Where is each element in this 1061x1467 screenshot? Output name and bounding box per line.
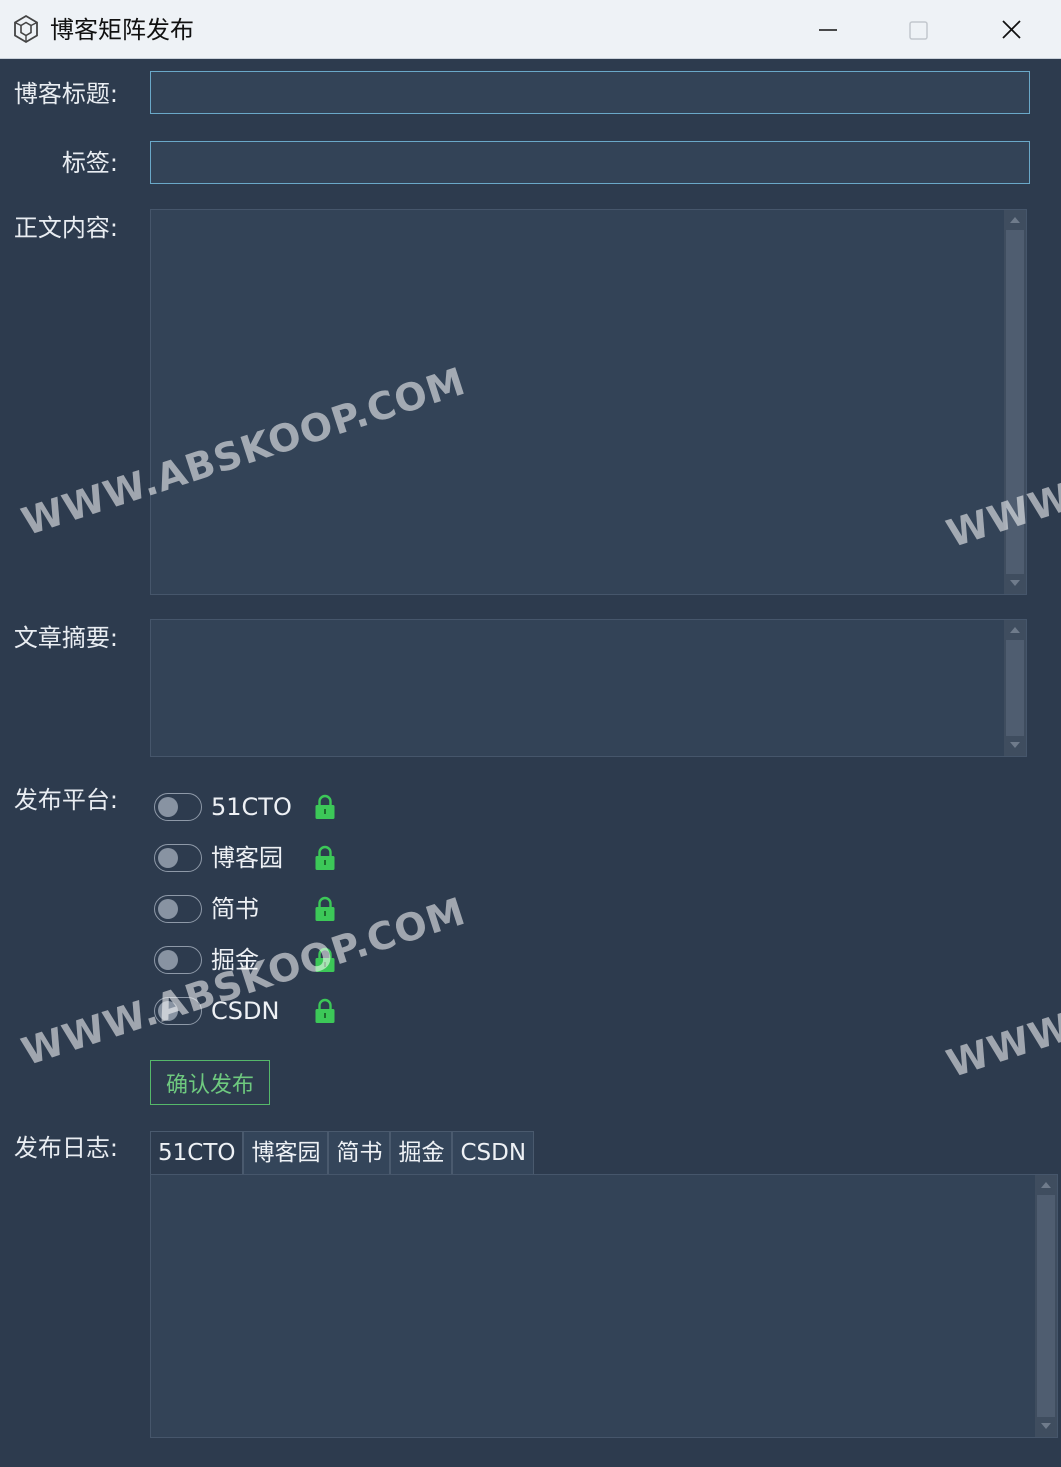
platform-name: 博客园 bbox=[211, 844, 283, 872]
summary-area bbox=[150, 619, 1027, 757]
log-scrollbar[interactable] bbox=[1035, 1175, 1057, 1437]
platform-row-51cto: 51CTO bbox=[154, 790, 354, 824]
chevron-down-icon bbox=[1010, 580, 1020, 586]
summary-label: 文章摘要: bbox=[13, 624, 118, 652]
platform-row-csdn: CSDN bbox=[154, 994, 354, 1028]
toggle-knob bbox=[158, 1001, 178, 1021]
platform-name: CSDN bbox=[211, 997, 280, 1025]
content-textarea[interactable] bbox=[151, 210, 1003, 594]
minimize-icon bbox=[819, 29, 837, 31]
log-tabs: 51CTO 博客园 简书 掘金 CSDN bbox=[150, 1131, 535, 1175]
toggle-knob bbox=[158, 899, 178, 919]
scroll-down-arrow[interactable] bbox=[1004, 736, 1026, 756]
scroll-up-arrow[interactable] bbox=[1004, 210, 1026, 230]
tags-label: 标签: bbox=[61, 149, 118, 177]
tab-juejin[interactable]: 掘金 bbox=[390, 1131, 453, 1174]
tab-51cto[interactable]: 51CTO bbox=[150, 1131, 244, 1174]
toggle-knob bbox=[158, 797, 178, 817]
chevron-up-icon bbox=[1010, 217, 1020, 223]
scroll-thumb[interactable] bbox=[1006, 230, 1024, 574]
scroll-down-arrow[interactable] bbox=[1004, 574, 1026, 594]
tags-input[interactable] bbox=[150, 141, 1030, 184]
toggle-csdn[interactable] bbox=[154, 997, 202, 1025]
confirm-publish-button[interactable]: 确认发布 bbox=[150, 1060, 270, 1105]
toggle-cnblogs[interactable] bbox=[154, 844, 202, 872]
platform-row-juejin: 掘金 bbox=[154, 943, 354, 977]
tab-jianshu[interactable]: 简书 bbox=[328, 1131, 391, 1174]
scroll-down-arrow[interactable] bbox=[1035, 1417, 1057, 1437]
toggle-51cto[interactable] bbox=[154, 793, 202, 821]
lock-icon bbox=[315, 845, 335, 870]
toggle-knob bbox=[158, 950, 178, 970]
app-logo-icon bbox=[14, 14, 38, 44]
lock-icon bbox=[315, 998, 335, 1023]
chevron-down-icon bbox=[1041, 1423, 1051, 1429]
minimize-button[interactable] bbox=[805, 10, 851, 50]
window-title: 博客矩阵发布 bbox=[50, 16, 194, 44]
watermark-partial: WWW bbox=[941, 1004, 1061, 1086]
lock-icon bbox=[315, 896, 335, 921]
tab-cnblogs[interactable]: 博客园 bbox=[243, 1131, 329, 1174]
chevron-down-icon bbox=[1010, 742, 1020, 748]
summary-textarea[interactable] bbox=[151, 620, 1003, 756]
chevron-up-icon bbox=[1041, 1182, 1051, 1188]
content-label: 正文内容: bbox=[13, 214, 118, 242]
content-scrollbar[interactable] bbox=[1004, 210, 1026, 594]
chevron-up-icon bbox=[1010, 627, 1020, 633]
platform-label: 发布平台: bbox=[13, 786, 118, 814]
toggle-jianshu[interactable] bbox=[154, 895, 202, 923]
maximize-icon bbox=[909, 21, 928, 40]
blog-title-label: 博客标题: bbox=[13, 80, 118, 108]
lock-icon bbox=[315, 794, 335, 819]
scroll-up-arrow[interactable] bbox=[1035, 1175, 1057, 1195]
toggle-juejin[interactable] bbox=[154, 946, 202, 974]
scroll-thumb[interactable] bbox=[1037, 1195, 1055, 1417]
scroll-up-arrow[interactable] bbox=[1004, 620, 1026, 640]
platform-row-jianshu: 简书 bbox=[154, 892, 354, 926]
close-icon bbox=[1002, 20, 1021, 39]
maximize-button[interactable] bbox=[896, 10, 942, 50]
toggle-knob bbox=[158, 848, 178, 868]
platform-row-cnblogs: 博客园 bbox=[154, 841, 354, 875]
platform-name: 掘金 bbox=[211, 946, 259, 974]
close-button[interactable] bbox=[988, 10, 1034, 50]
scroll-thumb[interactable] bbox=[1006, 640, 1024, 736]
summary-scrollbar[interactable] bbox=[1004, 620, 1026, 756]
platform-name: 51CTO bbox=[211, 793, 292, 821]
blog-title-input[interactable] bbox=[150, 71, 1030, 114]
log-label: 发布日志: bbox=[13, 1134, 118, 1162]
tab-csdn[interactable]: CSDN bbox=[452, 1131, 535, 1174]
lock-icon bbox=[315, 947, 335, 972]
platform-name: 简书 bbox=[211, 895, 259, 923]
content-area bbox=[150, 209, 1027, 595]
title-bar: 博客矩阵发布 bbox=[0, 0, 1061, 59]
log-area bbox=[150, 1174, 1058, 1438]
log-textarea[interactable] bbox=[151, 1175, 1033, 1437]
